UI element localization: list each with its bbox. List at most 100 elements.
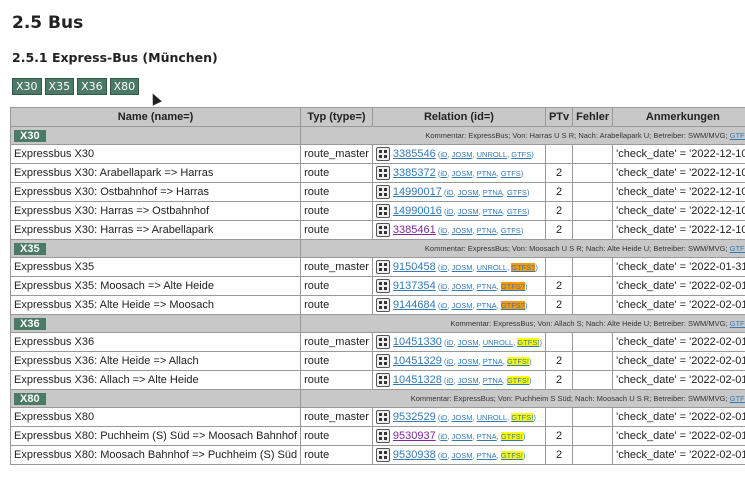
tool-link-gtfs[interactable]: GTFS	[507, 188, 527, 197]
relation-icon[interactable]	[375, 448, 390, 462]
tool-link-ptna[interactable]: PTNA	[477, 226, 497, 235]
tool-link-josm[interactable]: JOSM	[452, 263, 473, 272]
tool-link-gtfs[interactable]: GTFS!	[517, 337, 540, 347]
route-type: route	[300, 295, 373, 315]
tool-link-josm[interactable]: JOSM	[452, 150, 473, 159]
tool-link-josm[interactable]: JOSM	[458, 188, 479, 197]
tool-link-id[interactable]: iD	[440, 169, 447, 178]
tool-link-gtfs[interactable]: GTFS?	[500, 281, 525, 291]
tool-link-gtfs[interactable]: GTFS!	[500, 431, 523, 441]
relation-id-link[interactable]: 9144684	[393, 299, 436, 311]
tool-link-ptna[interactable]: PTNA	[477, 432, 497, 441]
tool-link-id[interactable]: iD	[440, 263, 447, 272]
relation-id-link[interactable]: 3385461	[393, 224, 436, 236]
tool-link-gtfs[interactable]: GTFS?	[500, 300, 525, 310]
route-name: Expressbus X36: Alte Heide => Allach	[9, 351, 302, 371]
relation-id-link[interactable]: 10451329	[393, 355, 442, 367]
relation-icon[interactable]	[375, 147, 390, 161]
tool-link-ptna[interactable]: PTNA	[483, 188, 503, 197]
tool-link-id[interactable]: iD	[440, 282, 447, 291]
relation-id-link[interactable]: 9150458	[393, 261, 436, 273]
tool-link-unroll[interactable]: UNROLL	[477, 150, 507, 159]
tool-link-josm[interactable]: JOSM	[458, 376, 479, 385]
relation-icon[interactable]	[375, 185, 390, 199]
gtfs-link[interactable]: GTFS	[730, 394, 745, 403]
relation-icon[interactable]	[375, 260, 390, 274]
relation-icon[interactable]	[375, 373, 390, 387]
tag-x30[interactable]: X30	[12, 78, 42, 95]
tool-link-gtfs[interactable]: GTFS	[511, 150, 531, 159]
tool-link-gtfs[interactable]: GTFS!	[500, 450, 523, 460]
relation-id-link[interactable]: 9530937	[393, 430, 436, 442]
relation-icon[interactable]	[375, 410, 390, 424]
tool-link-id[interactable]: iD	[446, 188, 453, 197]
relation-icon[interactable]	[375, 298, 390, 312]
error-value	[572, 445, 614, 465]
tool-link-gtfs[interactable]: GTFS	[501, 169, 521, 178]
relation-icon[interactable]	[375, 335, 390, 349]
tool-link-gtfs[interactable]: GTFS!	[506, 375, 530, 385]
tool-link-josm[interactable]: JOSM	[458, 338, 479, 347]
relation-id-link[interactable]: 3385372	[393, 167, 436, 179]
relation-id-link[interactable]: 14990016	[393, 205, 442, 217]
tool-link-id[interactable]: iD	[440, 432, 447, 441]
tag-x35[interactable]: X35	[44, 78, 75, 95]
tool-link-ptna[interactable]: PTNA	[483, 376, 503, 385]
tool-link-josm[interactable]: JOSM	[452, 413, 473, 422]
route-type: route	[300, 220, 373, 240]
tool-link-josm[interactable]: JOSM	[458, 207, 479, 216]
tool-link-gtfs[interactable]: GTFS	[507, 207, 527, 216]
tool-link-ptna[interactable]: PTNA	[477, 301, 497, 310]
tag-x80[interactable]: X80	[109, 78, 140, 95]
relation-id-link[interactable]: 10451330	[393, 336, 442, 348]
tool-link-id[interactable]: iD	[440, 150, 447, 159]
tool-link-id[interactable]: iD	[440, 451, 447, 460]
relation-icon[interactable]	[375, 279, 390, 293]
relation-id-link[interactable]: 9532529	[393, 411, 436, 423]
tool-link-id[interactable]: iD	[446, 207, 453, 216]
tool-link-ptna[interactable]: PTNA	[483, 357, 503, 366]
tool-link-ptna[interactable]: PTNA	[477, 451, 497, 460]
tool-link-josm[interactable]: JOSM	[452, 169, 473, 178]
tool-link-gtfs[interactable]: GTFS!	[511, 412, 534, 422]
tool-link-gtfs[interactable]: GTFS!	[506, 356, 530, 366]
relation-id-link[interactable]: 3385546	[393, 148, 436, 160]
tool-link-id[interactable]: iD	[446, 338, 453, 347]
tool-link-ptna[interactable]: PTNA	[477, 169, 497, 178]
tag-x36[interactable]: X36	[77, 78, 107, 95]
tool-link-gtfs[interactable]: GTFS?	[511, 262, 536, 272]
tool-link-id[interactable]: iD	[440, 413, 447, 422]
relation-id-link[interactable]: 14990017	[393, 186, 442, 198]
tool-link-unroll[interactable]: UNROLL	[477, 413, 507, 422]
gtfs-link[interactable]: GTFS	[730, 131, 745, 140]
tool-link-id[interactable]: iD	[440, 226, 447, 235]
route-name: Expressbus X30: Arabellapark => Harras	[9, 163, 302, 183]
tool-link-josm[interactable]: JOSM	[452, 451, 473, 460]
route-name: Expressbus X80	[9, 407, 302, 427]
tool-link-josm[interactable]: JOSM	[452, 432, 473, 441]
gtfs-link[interactable]: GTFS	[730, 244, 745, 253]
tool-link-unroll[interactable]: UNROLL	[477, 263, 507, 272]
tool-link-ptna[interactable]: PTNA	[477, 282, 497, 291]
relation-icon[interactable]	[375, 223, 390, 237]
relation-id-link[interactable]: 9530938	[393, 449, 436, 461]
relation-icon[interactable]	[375, 166, 390, 180]
tool-link-id[interactable]: iD	[446, 376, 453, 385]
relation-icon[interactable]	[375, 204, 390, 218]
relation-icon[interactable]	[375, 354, 390, 368]
tool-link-ptna[interactable]: PTNA	[483, 207, 503, 216]
tool-link-id[interactable]: iD	[440, 301, 447, 310]
error-value	[572, 332, 614, 352]
relation-id-link[interactable]: 9137354	[393, 280, 436, 292]
tool-link-josm[interactable]: JOSM	[458, 357, 479, 366]
tool-link-unroll[interactable]: UNROLL	[483, 338, 513, 347]
route-type: route_master	[300, 257, 373, 277]
tool-link-gtfs[interactable]: GTFS	[501, 226, 521, 235]
gtfs-link[interactable]: GTFS	[730, 319, 745, 328]
tool-link-josm[interactable]: JOSM	[452, 301, 473, 310]
tool-link-id[interactable]: iD	[446, 357, 453, 366]
relation-icon[interactable]	[375, 429, 390, 443]
relation-id-link[interactable]: 10451328	[393, 374, 442, 386]
tool-link-josm[interactable]: JOSM	[452, 226, 473, 235]
tool-link-josm[interactable]: JOSM	[452, 282, 473, 291]
